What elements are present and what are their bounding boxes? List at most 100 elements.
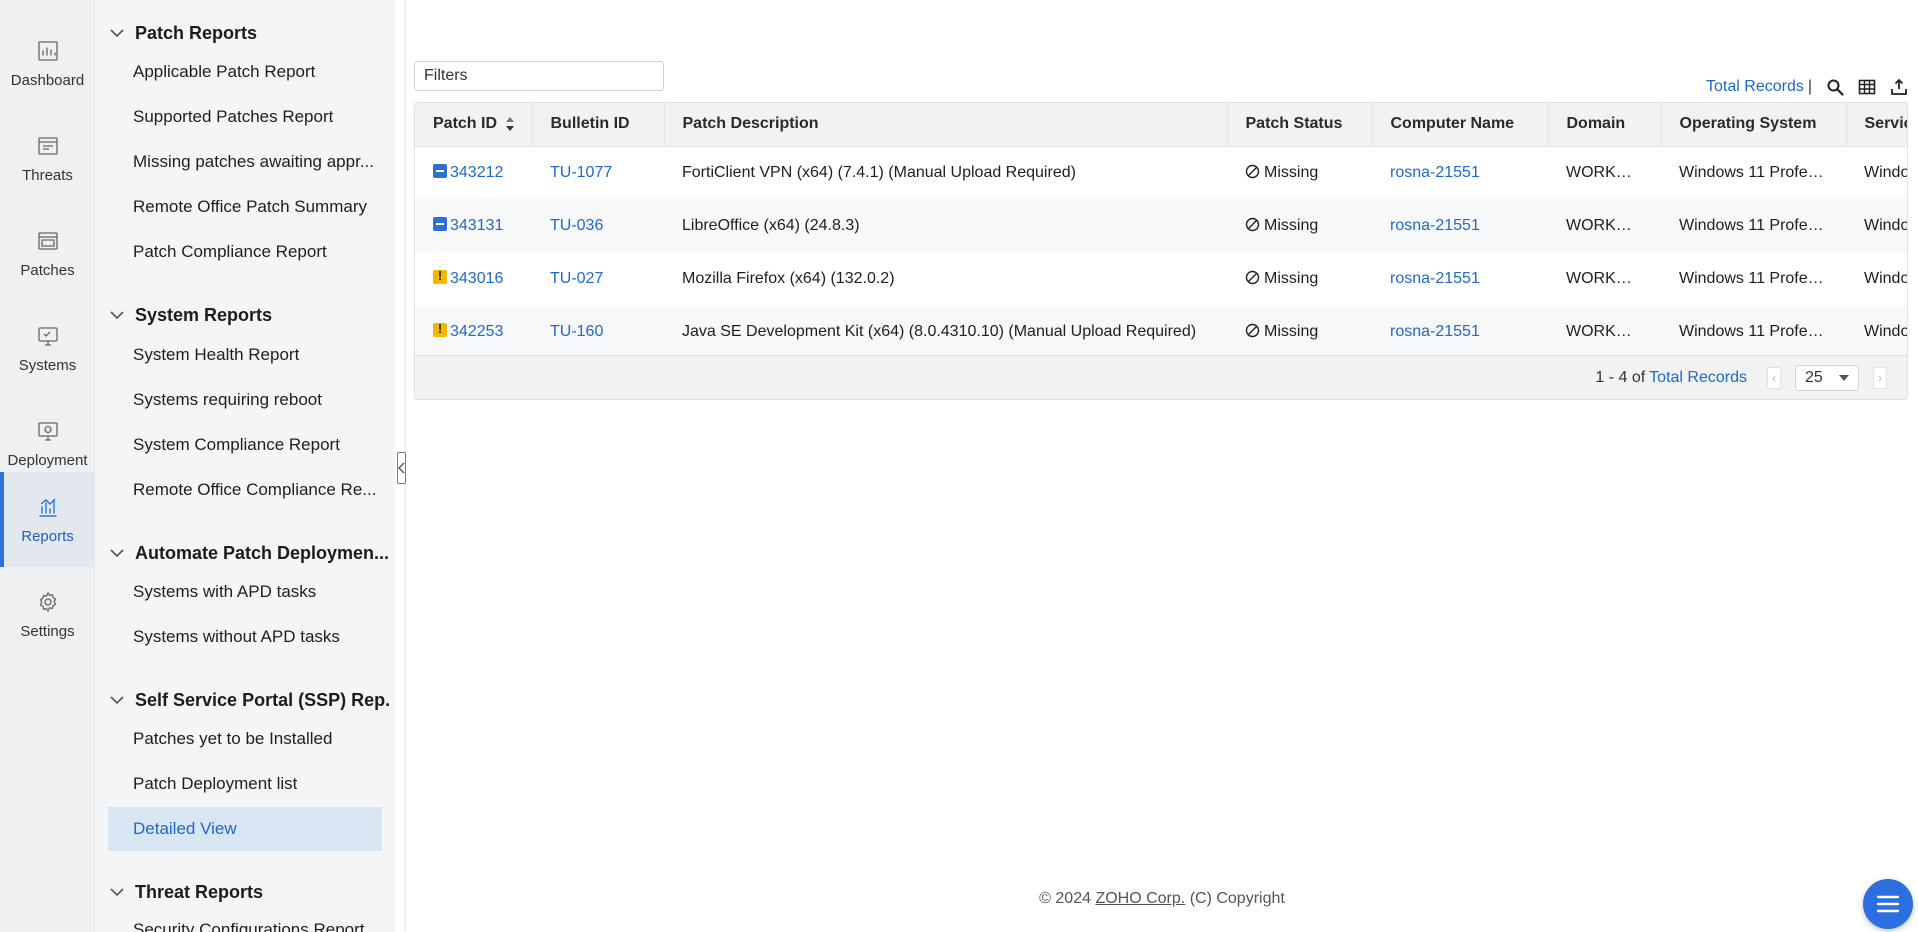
tree-item-remote-office-patch-summary[interactable]: Remote Office Patch Summary	[108, 185, 382, 229]
chevron-down-icon	[110, 29, 124, 38]
column-header-patch-status[interactable]: Patch Status	[1227, 103, 1373, 147]
column-header-domain[interactable]: Domain	[1548, 103, 1662, 147]
tree-item-patch-compliance-report[interactable]: Patch Compliance Report	[108, 230, 382, 274]
page-size-select[interactable]: 25	[1795, 364, 1859, 391]
column-header-operating-system[interactable]: Operating System	[1661, 103, 1847, 147]
service-pack-cell: Windo	[1864, 163, 1908, 181]
patch-status: Missing	[1264, 269, 1319, 287]
grid-toolbar: Total Records |	[1706, 76, 1908, 98]
patch-description: Java SE Development Kit (x64) (8.0.4310.…	[664, 305, 1227, 358]
bulletin-id-link[interactable]: TU-1077	[550, 164, 612, 181]
toolbar-separator: |	[1807, 78, 1812, 95]
reports-icon	[38, 498, 57, 517]
filters-dropdown[interactable]: Filters	[414, 61, 664, 91]
tree-item-patch-deployment-list[interactable]: Patch Deployment list	[108, 762, 382, 806]
tree-group-system-reports[interactable]: System Reports	[109, 300, 389, 330]
domain-cell: WORKGR...	[1566, 163, 1654, 181]
tree-group-threat-reports[interactable]: Threat Reports	[109, 877, 389, 907]
tree-item-applicable-patch-report[interactable]: Applicable Patch Report	[108, 50, 382, 94]
rail-label: Threats	[22, 166, 73, 184]
tree-item-supported-patches-report[interactable]: Supported Patches Report	[108, 95, 382, 139]
bulletin-id-link[interactable]: TU-160	[550, 323, 603, 340]
rail-item-dashboard[interactable]: Dashboard	[0, 16, 95, 111]
report-grid: Patch ID Bulletin ID Patch Description P…	[414, 102, 1908, 400]
domain-cell: WORKGR...	[1566, 269, 1654, 287]
filters-label: Filters	[424, 67, 468, 84]
column-header-service-pack[interactable]: Servic	[1846, 103, 1907, 147]
rail-label: Patches	[20, 261, 75, 279]
zoho-corp-link[interactable]: ZOHO Corp.	[1095, 890, 1185, 907]
table-header-row: Patch ID Bulletin ID Patch Description P…	[415, 103, 1907, 147]
bulletin-id-link[interactable]: TU-036	[550, 217, 603, 234]
rail-label: Systems	[18, 356, 77, 374]
pagination-total-records-link[interactable]: Total Records	[1649, 369, 1747, 387]
computer-name-link[interactable]: rosna-21551	[1390, 217, 1480, 234]
column-header-patch-id[interactable]: Patch ID	[415, 103, 533, 147]
tree-group-patch-reports[interactable]: Patch Reports	[109, 18, 389, 48]
tree-item-patches-yet-to-be-installed[interactable]: Patches yet to be Installed	[108, 717, 382, 761]
tree-group-automate-patch-deployment[interactable]: Automate Patch Deploymen...	[109, 538, 389, 568]
patch-id-link[interactable]: 343131	[450, 217, 503, 234]
rail-item-settings[interactable]: Settings	[0, 567, 95, 662]
severity-important-icon	[433, 268, 447, 284]
computer-name-link[interactable]: rosna-21551	[1390, 270, 1480, 287]
tree-item-systems-requiring-reboot[interactable]: Systems requiring reboot	[108, 378, 382, 422]
column-header-patch-description[interactable]: Patch Description	[664, 103, 1228, 147]
patch-id-link[interactable]: 343212	[450, 164, 503, 181]
patch-id-link[interactable]: 343016	[450, 270, 503, 287]
column-chooser-icon[interactable]	[1858, 78, 1876, 96]
missing-status-icon	[1245, 323, 1260, 337]
tree-group-title: System Reports	[135, 304, 273, 325]
tree-group-title: Self Service Portal (SSP) Rep...	[135, 689, 389, 710]
next-page-button[interactable]: ›	[1873, 366, 1887, 389]
service-pack-cell: Windo	[1846, 305, 1907, 358]
patch-description: LibreOffice (x64) (24.8.3)	[664, 199, 1227, 252]
chevron-down-icon	[110, 311, 124, 320]
table-row: 342253 TU-160 Java SE Development Kit (x…	[415, 305, 1907, 358]
severity-moderate-icon	[433, 163, 447, 178]
patch-id-link[interactable]: 342253	[450, 323, 503, 340]
floating-menu-button[interactable]	[1863, 879, 1913, 929]
rail-label: Deployment	[7, 451, 88, 469]
tree-item-missing-patches-awaiting[interactable]: Missing patches awaiting appr...	[108, 140, 382, 184]
tree-item-system-health-report[interactable]: System Health Report	[108, 333, 382, 377]
computer-name-link[interactable]: rosna-21551	[1390, 164, 1480, 181]
menu-icon	[1876, 895, 1900, 913]
export-icon[interactable]	[1890, 78, 1908, 96]
patch-status: Missing	[1264, 322, 1319, 340]
domain-cell: WORKGR...	[1548, 199, 1661, 252]
missing-status-icon	[1245, 217, 1260, 231]
tree-group-title: Automate Patch Deploymen...	[135, 542, 389, 563]
tree-item-system-compliance-report[interactable]: System Compliance Report	[108, 423, 382, 467]
rail-label: Reports	[21, 527, 74, 545]
rail-item-patches[interactable]: Patches	[0, 206, 95, 301]
panel-collapse-handle[interactable]	[397, 452, 406, 484]
tree-item-systems-without-apd-tasks[interactable]: Systems without APD tasks	[108, 615, 382, 659]
total-records-link[interactable]: Total Records	[1706, 78, 1804, 96]
page-footer: © 2024 ZOHO Corp. (C) Copyright	[406, 890, 1918, 908]
sort-icon[interactable]	[505, 116, 515, 132]
previous-page-button[interactable]: ‹	[1767, 366, 1781, 389]
gear-icon	[39, 591, 56, 612]
tree-group-self-service-portal[interactable]: Self Service Portal (SSP) Rep...	[109, 685, 389, 715]
column-header-bulletin-id[interactable]: Bulletin ID	[532, 103, 665, 147]
tree-group-title: Threat Reports	[135, 881, 264, 902]
computer-name-link[interactable]: rosna-21551	[1390, 323, 1480, 340]
patch-status: Missing	[1264, 163, 1319, 181]
missing-status-icon	[1245, 270, 1260, 284]
chevron-left-icon	[398, 462, 405, 474]
tree-item-remote-office-compliance[interactable]: Remote Office Compliance Re...	[108, 468, 382, 512]
tree-item-systems-with-apd-tasks[interactable]: Systems with APD tasks	[108, 570, 382, 614]
rail-item-reports[interactable]: Reports	[0, 472, 95, 567]
chevron-down-icon	[110, 549, 124, 558]
search-icon[interactable]	[1826, 78, 1844, 96]
systems-icon	[37, 326, 58, 346]
os-cell: Windows 11 Profess...	[1679, 269, 1837, 287]
rail-item-systems[interactable]: Systems	[0, 301, 95, 396]
patch-status: Missing	[1264, 216, 1319, 234]
rail-item-threats[interactable]: Threats	[0, 111, 95, 206]
tree-item-detailed-view[interactable]: Detailed View	[108, 807, 382, 851]
tree-item-security-configurations-report[interactable]: Security Configurations Report	[108, 908, 382, 932]
column-header-computer-name[interactable]: Computer Name	[1372, 103, 1549, 147]
bulletin-id-link[interactable]: TU-027	[550, 270, 603, 287]
